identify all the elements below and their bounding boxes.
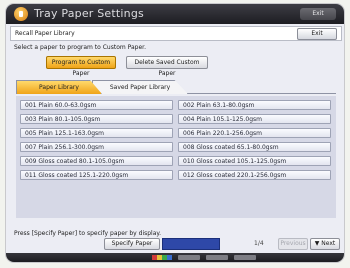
paper-item[interactable]: 003 Plain 80.1-105.0gsm (20, 114, 173, 124)
paper-item[interactable]: 007 Plain 256.1-300.0gsm (20, 142, 173, 152)
section-header: Recall Paper Library Exit (10, 26, 342, 41)
exit-button[interactable]: Exit (297, 28, 337, 40)
title-bar: Tray Paper Settings Exit (6, 4, 344, 24)
previous-button[interactable]: Previous (278, 238, 308, 250)
instruction-text: Select a paper to program to Custom Pape… (14, 44, 146, 51)
title-exit-button[interactable]: Exit (300, 8, 336, 20)
status-indicator (178, 255, 200, 260)
tab-saved-paper-library[interactable]: Saved Paper Library (92, 80, 188, 94)
paper-list: 001 Plain 60.0-63.0gsm 002 Plain 63.1-80… (16, 96, 336, 218)
hint-text: Press [Specify Paper] to specify paper b… (14, 230, 161, 237)
paper-item[interactable]: 009 Gloss coated 80.1-105.0gsm (20, 156, 173, 166)
specify-paper-button[interactable]: Specify Paper (104, 238, 160, 250)
paper-item[interactable]: 008 Gloss coated 65.1-80.0gsm (178, 142, 331, 152)
status-indicator (206, 255, 228, 260)
delete-saved-custom-paper-button[interactable]: Delete Saved Custom Paper (126, 56, 208, 77)
window-title: Tray Paper Settings (34, 7, 144, 20)
paper-item[interactable]: 012 Gloss coated 220.1-256.0gsm (178, 170, 331, 180)
section-title: Recall Paper Library (15, 30, 75, 37)
paper-item[interactable]: 004 Plain 105.1-125.0gsm (178, 114, 331, 124)
paper-item[interactable]: 001 Plain 60.0-63.0gsm (20, 100, 173, 110)
paper-item[interactable]: 006 Plain 220.1-256.0gsm (178, 128, 331, 138)
tab-paper-library[interactable]: Paper Library (16, 80, 102, 94)
paper-item[interactable]: 010 Gloss coated 105.1-125.0gsm (178, 156, 331, 166)
user-tools-icon (14, 7, 28, 21)
paper-item[interactable]: 005 Plain 125.1-163.0gsm (20, 128, 173, 138)
paper-item[interactable]: 011 Gloss coated 125.1-220.0gsm (20, 170, 173, 180)
page-indicator: 1/4 (254, 240, 264, 247)
triangle-down-icon: ▼ (314, 240, 320, 247)
app-window: Tray Paper Settings Exit Recall Paper Li… (6, 4, 344, 262)
specify-paper-field[interactable] (162, 238, 220, 250)
paper-item[interactable]: 002 Plain 63.1-80.0gsm (178, 100, 331, 110)
brand-logo (152, 255, 172, 260)
next-label: Next (321, 240, 336, 247)
bottom-status-bar (6, 253, 344, 262)
next-button[interactable]: ▼ Next (310, 238, 340, 250)
status-indicator (234, 255, 256, 260)
program-to-custom-paper-button[interactable]: Program to Custom Paper (46, 56, 116, 77)
